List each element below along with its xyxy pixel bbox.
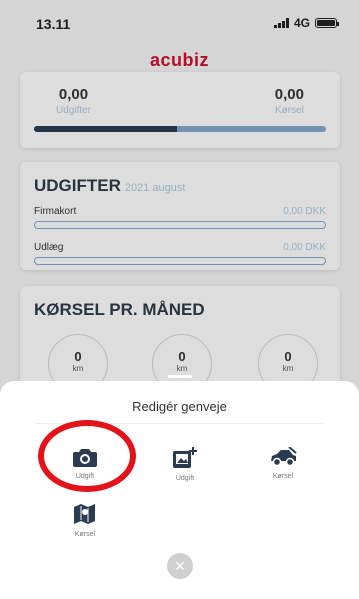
sheet-title: Redigér genveje xyxy=(132,399,227,414)
sheet-drag-handle[interactable] xyxy=(168,375,192,378)
shortcut-mileage-car[interactable]: Kørsel xyxy=(243,447,323,480)
close-button[interactable]: ✕ xyxy=(167,553,193,579)
shortcut-label: Kørsel xyxy=(74,531,96,538)
shortcut-mileage-map[interactable]: Kørsel xyxy=(45,503,125,538)
map-icon xyxy=(74,504,95,524)
shortcut-label: Kørsel xyxy=(272,473,294,480)
car-icon xyxy=(271,447,297,467)
shortcuts-bottom-sheet: Redigér genveje Udgift Udgift Kørsel Kør… xyxy=(0,381,359,599)
shortcut-expense-image[interactable]: Udgift xyxy=(145,447,225,482)
highlight-annotation-circle xyxy=(38,420,136,492)
shortcut-label: Udgift xyxy=(175,475,195,482)
image-add-icon xyxy=(173,447,197,468)
